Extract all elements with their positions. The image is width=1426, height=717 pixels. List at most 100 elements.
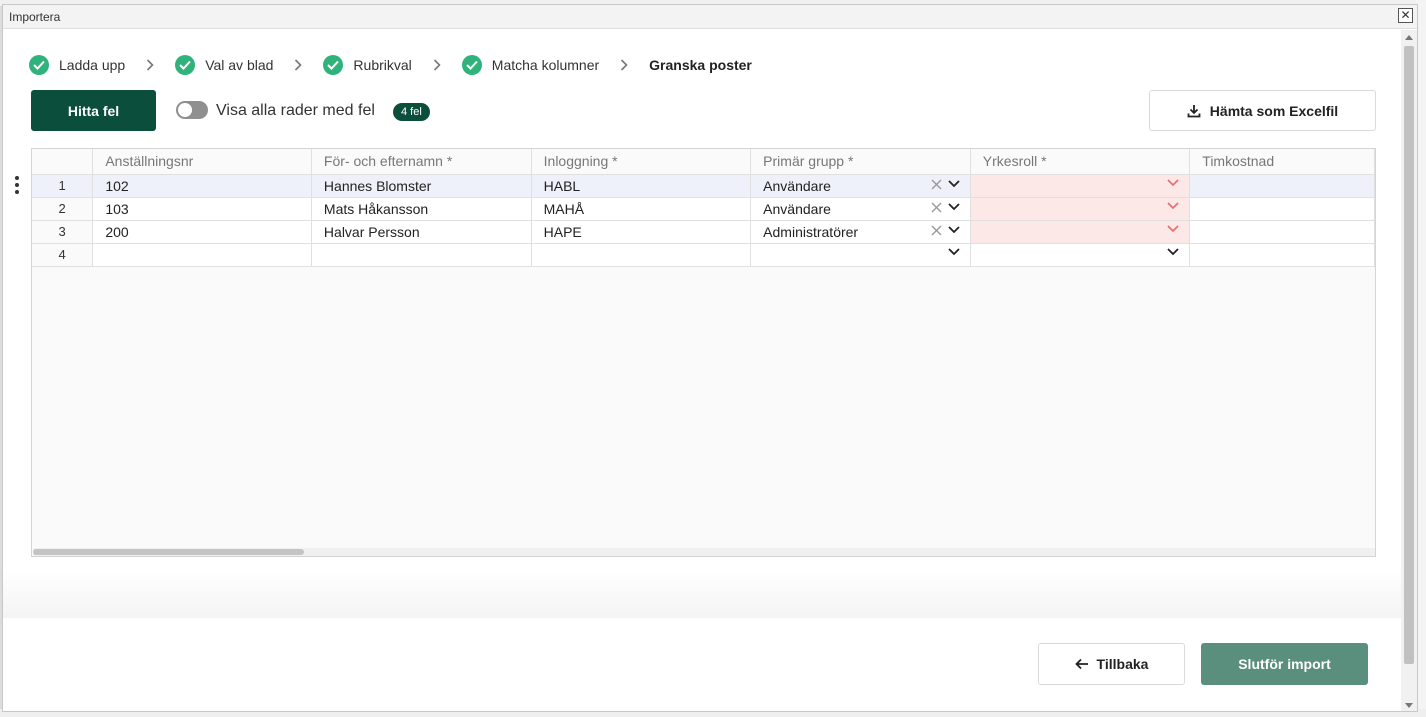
cell-role-error[interactable] bbox=[970, 197, 1191, 221]
chevron-down-icon[interactable] bbox=[1167, 201, 1179, 210]
table-header-row: Anställningsnr För- och efternamn * Inlo… bbox=[32, 149, 1375, 175]
chevron-down-icon[interactable] bbox=[1167, 247, 1179, 256]
scroll-down-icon[interactable] bbox=[1405, 703, 1413, 708]
check-circle-icon bbox=[323, 55, 344, 75]
column-header[interactable]: För- och efternamn * bbox=[311, 149, 532, 175]
toggle-knob bbox=[178, 103, 192, 117]
cell-group[interactable]: Användare bbox=[750, 174, 971, 198]
step-review: Granska poster bbox=[649, 57, 752, 73]
review-table: Anställningsnr För- och efternamn * Inlo… bbox=[32, 149, 1375, 267]
column-header[interactable]: Primär grupp * bbox=[750, 149, 971, 175]
export-excel-button[interactable]: Hämta som Excelfil bbox=[1149, 90, 1376, 131]
rownum-header bbox=[32, 149, 94, 175]
step-label: Val av blad bbox=[205, 57, 274, 73]
cell-group[interactable]: Administratörer bbox=[750, 220, 971, 244]
chevron-down-icon[interactable] bbox=[1167, 224, 1179, 233]
cell-name[interactable] bbox=[311, 243, 532, 267]
show-error-rows-toggle[interactable] bbox=[176, 101, 208, 119]
cell-login[interactable] bbox=[531, 243, 752, 267]
horizontal-scrollbar-thumb[interactable] bbox=[33, 549, 304, 555]
check-circle-icon bbox=[461, 55, 482, 75]
row-number: 1 bbox=[32, 174, 94, 198]
step-label: Ladda upp bbox=[59, 57, 126, 73]
clear-icon[interactable] bbox=[931, 225, 942, 236]
step-label-active: Granska poster bbox=[649, 57, 752, 73]
close-icon[interactable]: ✕ bbox=[1398, 8, 1413, 23]
stepper: Ladda upp Val av blad Rubrikval Matcha k… bbox=[29, 54, 770, 76]
chevron-down-icon[interactable] bbox=[948, 203, 960, 211]
vertical-scrollbar-thumb[interactable] bbox=[1404, 46, 1414, 664]
chevron-down-icon[interactable] bbox=[948, 180, 960, 188]
cell-group-value: Administratörer bbox=[763, 223, 859, 240]
cell-group-value: Användare bbox=[763, 200, 831, 217]
export-excel-label: Hämta som Excelfil bbox=[1209, 102, 1339, 119]
cell-group[interactable]: Användare bbox=[750, 197, 971, 221]
cell-login[interactable]: MAHÅ bbox=[531, 197, 752, 221]
step-match-columns: Matcha kolumner bbox=[461, 55, 600, 75]
cell-group-value: Användare bbox=[763, 177, 831, 194]
cell-login[interactable]: HABL bbox=[531, 174, 752, 198]
cell-name[interactable]: Hannes Blomster bbox=[311, 174, 532, 198]
dialog-titlebar: Importera ✕ bbox=[3, 5, 1417, 29]
table-row[interactable]: 2 103 Mats Håkansson MAHÅ Användare bbox=[32, 197, 1375, 221]
column-header[interactable]: Inloggning * bbox=[531, 149, 752, 175]
cell-anstnr[interactable]: 103 bbox=[92, 197, 312, 221]
dialog-footer: Tillbaka Slutför import bbox=[3, 618, 1401, 711]
table-row[interactable]: 4 bbox=[32, 243, 1375, 267]
dialog-title: Importera bbox=[9, 9, 61, 24]
cell-login[interactable]: HAPE bbox=[531, 220, 752, 244]
chevron-right-icon bbox=[291, 58, 305, 72]
finish-import-button[interactable]: Slutför import bbox=[1201, 643, 1368, 685]
find-errors-button[interactable]: Hitta fel bbox=[31, 90, 156, 131]
chevron-right-icon bbox=[617, 58, 631, 72]
cell-role[interactable] bbox=[970, 243, 1191, 267]
cell-role-error[interactable] bbox=[970, 174, 1191, 198]
row-number: 2 bbox=[32, 197, 94, 221]
table-row[interactable]: 1 102 Hannes Blomster HABL Användare bbox=[32, 174, 1375, 198]
cell-cost[interactable] bbox=[1189, 220, 1375, 244]
row-number: 3 bbox=[32, 220, 94, 244]
download-icon bbox=[1187, 104, 1201, 117]
cell-anstnr[interactable]: 102 bbox=[92, 174, 312, 198]
cell-anstnr[interactable]: 200 bbox=[92, 220, 312, 244]
row-number: 4 bbox=[32, 243, 94, 267]
row-menu-icon[interactable] bbox=[15, 176, 21, 196]
content-fade bbox=[3, 570, 1401, 618]
table-row[interactable]: 3 200 Halvar Persson HAPE Administratöre… bbox=[32, 220, 1375, 244]
cell-cost[interactable] bbox=[1189, 243, 1375, 267]
toggle-label: Visa alla rader med fel bbox=[216, 102, 375, 119]
cell-cost[interactable] bbox=[1189, 197, 1375, 221]
cell-role-error[interactable] bbox=[970, 220, 1191, 244]
dialog-content: Ladda upp Val av blad Rubrikval Matcha k… bbox=[3, 30, 1401, 618]
back-button[interactable]: Tillbaka bbox=[1038, 643, 1185, 685]
step-header-select: Rubrikval bbox=[323, 55, 412, 75]
chevron-right-icon bbox=[430, 58, 444, 72]
horizontal-scrollbar[interactable] bbox=[33, 548, 1375, 556]
column-header[interactable]: Yrkesroll * bbox=[970, 149, 1191, 175]
error-count-badge: 4 fel bbox=[393, 103, 430, 121]
column-header[interactable]: Anställningsnr bbox=[92, 149, 312, 175]
step-label: Matcha kolumner bbox=[491, 57, 600, 73]
clear-icon[interactable] bbox=[931, 202, 942, 213]
back-label: Tillbaka bbox=[1096, 656, 1149, 672]
step-label: Rubrikval bbox=[353, 57, 412, 73]
check-circle-icon bbox=[29, 55, 49, 75]
chevron-down-icon[interactable] bbox=[948, 247, 960, 256]
cell-name[interactable]: Mats Håkansson bbox=[311, 197, 532, 221]
column-header[interactable]: Timkostnad bbox=[1189, 149, 1375, 175]
check-circle-icon bbox=[175, 55, 196, 75]
step-select-sheet: Val av blad bbox=[175, 55, 273, 75]
chevron-right-icon bbox=[143, 58, 157, 72]
chevron-down-icon[interactable] bbox=[1167, 178, 1179, 187]
data-grid: Anställningsnr För- och efternamn * Inlo… bbox=[31, 148, 1376, 557]
clear-icon[interactable] bbox=[931, 179, 942, 190]
cell-anstnr[interactable] bbox=[92, 243, 312, 267]
cell-group[interactable] bbox=[750, 243, 971, 267]
vertical-scrollbar[interactable] bbox=[1401, 30, 1417, 711]
import-dialog: Importera ✕ Ladda upp Val av blad Rubrik… bbox=[2, 4, 1418, 712]
cell-name[interactable]: Halvar Persson bbox=[311, 220, 532, 244]
cell-cost[interactable] bbox=[1189, 174, 1375, 198]
arrow-left-icon bbox=[1074, 658, 1088, 670]
chevron-down-icon[interactable] bbox=[948, 226, 960, 234]
scroll-up-icon[interactable] bbox=[1405, 35, 1413, 40]
